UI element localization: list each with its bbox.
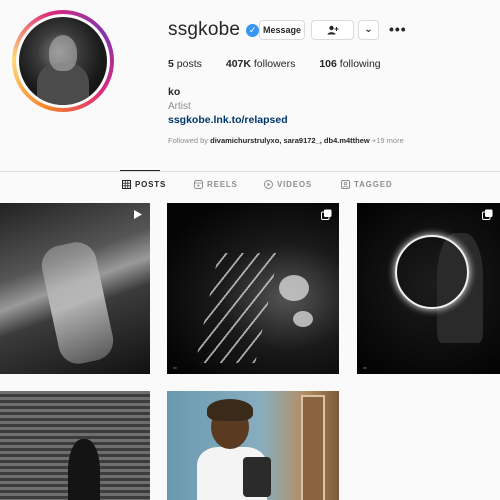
followers-stat[interactable]: 407K followers <box>226 58 295 70</box>
post-tile[interactable] <box>167 391 339 500</box>
play-icon <box>134 210 142 219</box>
add-person-icon <box>327 25 338 35</box>
post-tile[interactable] <box>0 203 150 374</box>
avatar <box>19 17 107 105</box>
following-count: 106 <box>319 58 337 70</box>
tab-videos-label: VIDEOS <box>277 180 313 189</box>
message-button[interactable]: Message <box>259 20 305 40</box>
options-icon[interactable]: ••• <box>389 22 407 36</box>
username: ssgkobe <box>168 19 241 40</box>
post-photo-detail <box>301 395 325 500</box>
post-watermark: ▭ <box>363 365 367 370</box>
followed-by-more: +19 more <box>369 136 404 145</box>
post-photo-detail <box>207 399 253 421</box>
post-watermark: ▭ <box>173 365 177 370</box>
tab-posts[interactable]: POSTS <box>122 180 166 189</box>
followed-by-users: divamichurstrulyxo, sara9172_, db4.m4tth… <box>210 136 370 145</box>
carousel-icon <box>321 209 332 220</box>
tab-tagged[interactable]: TAGGED <box>341 180 392 189</box>
followed-by-prefix: Followed by <box>168 136 211 145</box>
profile-category: Artist <box>168 101 191 112</box>
tabs-divider <box>0 171 500 172</box>
post-tile[interactable] <box>0 391 150 500</box>
post-photo-detail <box>38 238 117 368</box>
verified-badge-icon: ✓ <box>246 23 260 37</box>
reels-icon <box>194 180 203 189</box>
post-photo-detail <box>195 253 279 363</box>
followers-count: 407K <box>225 58 251 70</box>
carousel-icon <box>482 209 493 220</box>
suggested-accounts-button[interactable]: ⌄ <box>358 20 379 40</box>
avatar-inner-gap <box>16 14 110 108</box>
chevron-down-icon: ⌄ <box>364 24 373 35</box>
tab-reels[interactable]: REELS <box>194 180 238 189</box>
followers-label: followers <box>250 58 296 70</box>
follow-button[interactable] <box>311 20 354 40</box>
post-tile[interactable]: ▭ <box>357 203 500 374</box>
following-stat[interactable]: 106 following <box>319 58 380 70</box>
tab-videos[interactable]: VIDEOS <box>264 180 312 189</box>
posts-label: posts <box>173 58 202 70</box>
following-label: following <box>336 58 381 70</box>
active-tab-indicator <box>120 170 160 171</box>
tab-tagged-label: TAGGED <box>354 180 393 189</box>
tab-reels-label: REELS <box>207 180 238 189</box>
post-photo-detail <box>279 275 309 301</box>
tagged-icon <box>341 180 350 189</box>
post-photo-detail <box>293 311 313 327</box>
tab-posts-label: POSTS <box>135 180 167 189</box>
profile-tabs: POSTS REELS VIDEOS TAGGED <box>0 180 500 194</box>
grid-icon <box>122 180 131 189</box>
profile-name: ko <box>168 86 181 98</box>
post-photo-detail <box>395 235 469 309</box>
profile-stats: 5 posts 407K followers 106 following <box>168 58 405 70</box>
followed-by[interactable]: Followed by divamichurstrulyxo, sara9172… <box>168 136 404 145</box>
username-row: ssgkobe ✓ <box>168 18 260 42</box>
videos-icon <box>264 180 273 189</box>
post-tile[interactable]: ▭ <box>167 203 339 374</box>
bio-link[interactable]: ssgkobe.lnk.to/relapsed <box>168 114 288 126</box>
avatar-figure-head <box>49 35 77 71</box>
post-photo-detail <box>243 457 271 497</box>
post-photo-detail <box>68 439 100 500</box>
profile-avatar-ring[interactable] <box>12 10 114 112</box>
posts-stat: 5 posts <box>168 58 202 70</box>
